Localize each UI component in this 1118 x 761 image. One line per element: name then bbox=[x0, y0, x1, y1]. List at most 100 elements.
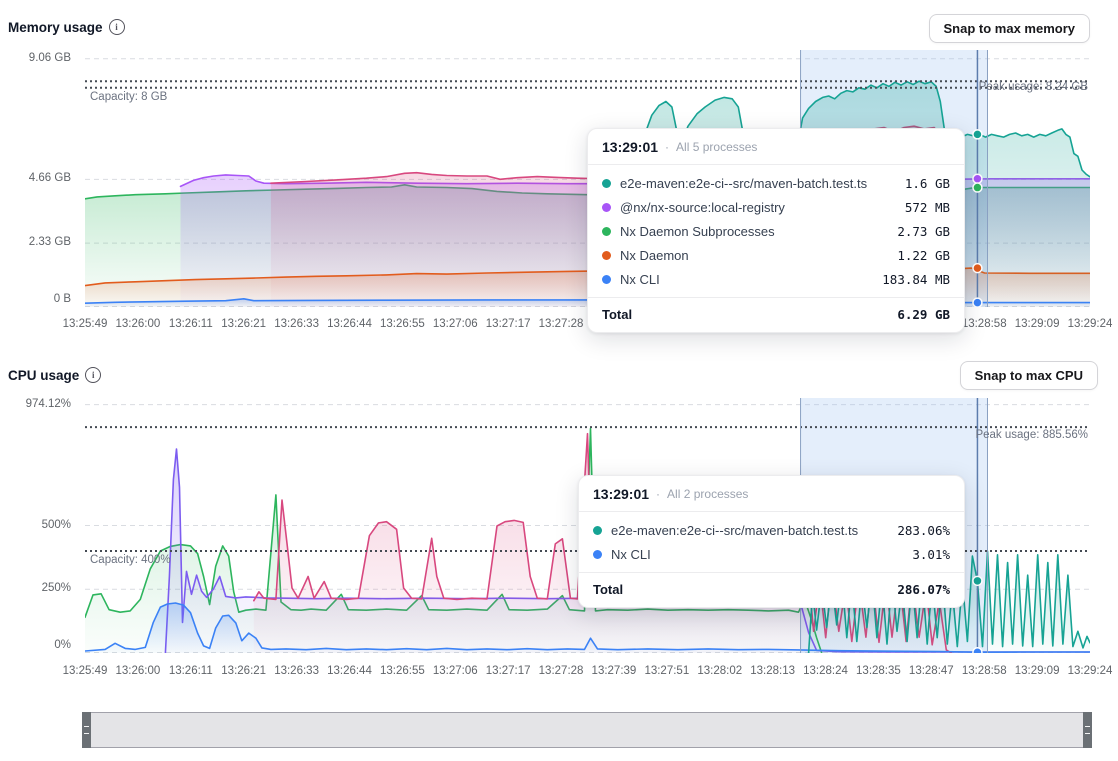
anchor-dot bbox=[973, 130, 982, 139]
x-axis-tick: 13:28:02 bbox=[697, 665, 742, 677]
tooltip-time: 13:29:01 bbox=[602, 139, 658, 155]
tooltip-rows: e2e-maven:e2e-ci--src/maven-batch.test.t… bbox=[579, 512, 964, 570]
x-axis-tick: 13:27:06 bbox=[433, 665, 478, 677]
memory-panel-title: Memory usage i bbox=[8, 19, 125, 35]
x-axis-tick: 13:26:55 bbox=[380, 318, 425, 330]
tooltip-row: Nx CLI 3.01% bbox=[593, 542, 950, 566]
profiler-page: Memory usage i Snap to max memory 9.06 G… bbox=[0, 0, 1118, 761]
tooltip-total-label: Total bbox=[602, 307, 881, 322]
info-icon[interactable]: i bbox=[85, 367, 101, 383]
process-value: 2.73 GB bbox=[897, 224, 950, 239]
tooltip-total-row: Total 6.29 GB bbox=[588, 297, 964, 332]
brush-handle-left[interactable] bbox=[82, 712, 91, 748]
x-axis-tick: 13:26:21 bbox=[221, 665, 266, 677]
process-name: Nx Daemon Subprocesses bbox=[620, 224, 881, 239]
x-axis-tick: 13:27:39 bbox=[592, 665, 637, 677]
series-color-dot bbox=[602, 251, 611, 260]
tooltip-subtitle: All 2 processes bbox=[667, 487, 748, 501]
brush-handle-right[interactable] bbox=[1083, 712, 1092, 748]
anchor-dot bbox=[973, 576, 982, 585]
memory-chart[interactable]: Capacity: 8 GB Peak usage: 8.24 GB 13:29… bbox=[85, 50, 1090, 307]
x-axis-tick: 13:29:24 bbox=[1068, 665, 1113, 677]
process-name: @nx/nx-source:local-registry bbox=[620, 200, 889, 215]
tooltip-row: e2e-maven:e2e-ci--src/maven-batch.test.t… bbox=[602, 171, 950, 195]
x-axis-tick: 13:27:17 bbox=[486, 318, 531, 330]
x-axis-tick: 13:28:47 bbox=[909, 665, 954, 677]
tooltip-subtitle: All 5 processes bbox=[676, 140, 757, 154]
x-axis-tick: 13:28:58 bbox=[962, 665, 1007, 677]
x-axis-tick: 13:26:33 bbox=[274, 318, 319, 330]
tooltip-row: e2e-maven:e2e-ci--src/maven-batch.test.t… bbox=[593, 518, 950, 542]
x-axis-tick: 13:27:17 bbox=[486, 665, 531, 677]
x-axis-tick: 13:26:44 bbox=[327, 318, 372, 330]
grip-icon bbox=[1085, 726, 1090, 734]
tooltip-rows: e2e-maven:e2e-ci--src/maven-batch.test.t… bbox=[588, 165, 964, 295]
memory-y-axis: 9.06 GB4.66 GB2.33 GB0 B bbox=[0, 50, 78, 307]
process-value: 183.84 MB bbox=[882, 272, 950, 287]
x-axis-tick: 13:28:58 bbox=[962, 318, 1007, 330]
tooltip-total-value: 6.29 GB bbox=[897, 307, 950, 322]
x-axis-tick: 13:27:28 bbox=[539, 318, 584, 330]
anchor-dot bbox=[973, 264, 982, 273]
anchor-dot bbox=[973, 298, 982, 307]
tooltip-total-label: Total bbox=[593, 582, 881, 597]
cpu-y-axis: 974.12% 500% 250% 0% bbox=[0, 398, 78, 653]
process-name: Nx CLI bbox=[620, 272, 866, 287]
series-color-dot bbox=[602, 203, 611, 212]
anchor-dot bbox=[973, 174, 982, 183]
series-color-dot bbox=[602, 179, 611, 188]
cpu-panel-title: CPU usage i bbox=[8, 367, 101, 383]
x-axis-tick: 13:28:24 bbox=[803, 665, 848, 677]
snap-to-max-memory-button[interactable]: Snap to max memory bbox=[929, 14, 1091, 43]
x-axis-tick: 13:25:49 bbox=[63, 665, 108, 677]
info-icon[interactable]: i bbox=[109, 19, 125, 35]
y-axis-tick: 4.66 GB bbox=[29, 172, 71, 184]
x-axis-tick: 13:28:35 bbox=[856, 665, 901, 677]
x-axis-tick: 13:26:11 bbox=[169, 665, 213, 677]
tooltip-row: @nx/nx-source:local-registry 572 MB bbox=[602, 195, 950, 219]
y-axis-tick: 250% bbox=[42, 582, 71, 594]
time-range-brush[interactable] bbox=[82, 712, 1092, 748]
tooltip-separator: · bbox=[665, 140, 669, 154]
series-color-dot bbox=[602, 275, 611, 284]
x-axis-tick: 13:29:09 bbox=[1015, 318, 1060, 330]
process-name: e2e-maven:e2e-ci--src/maven-batch.test.t… bbox=[620, 176, 889, 191]
process-value: 3.01% bbox=[912, 547, 950, 562]
tooltip-total-value: 286.07% bbox=[897, 582, 950, 597]
series-color-dot bbox=[593, 526, 602, 535]
y-axis-tick: 0 B bbox=[54, 293, 71, 305]
process-value: 1.6 GB bbox=[905, 176, 950, 191]
process-value: 572 MB bbox=[905, 200, 950, 215]
x-axis-tick: 13:25:49 bbox=[63, 318, 108, 330]
x-axis-tick: 13:27:51 bbox=[644, 665, 689, 677]
anchor-dot bbox=[973, 183, 982, 192]
y-axis-tick: 0% bbox=[54, 639, 71, 651]
process-value: 283.06% bbox=[897, 523, 950, 538]
y-axis-tick: 500% bbox=[42, 519, 71, 531]
grip-icon bbox=[84, 726, 89, 734]
x-axis-tick: 13:27:06 bbox=[433, 318, 478, 330]
tooltip-header: 13:29:01 · All 2 processes bbox=[579, 476, 964, 512]
cpu-x-axis: 13:25:4913:26:0013:26:1113:26:2113:26:33… bbox=[85, 665, 1090, 681]
x-axis-tick: 13:29:24 bbox=[1068, 318, 1113, 330]
cpu-usage-heading: CPU usage bbox=[8, 368, 79, 383]
tooltip-time: 13:29:01 bbox=[593, 486, 649, 502]
series-color-dot bbox=[602, 227, 611, 236]
x-axis-tick: 13:26:44 bbox=[327, 665, 372, 677]
tooltip-header: 13:29:01 · All 5 processes bbox=[588, 129, 964, 165]
x-axis-tick: 13:28:13 bbox=[750, 665, 795, 677]
cpu-chart[interactable]: Capacity: 400% Peak usage: 885.56% 13:29… bbox=[85, 398, 1090, 653]
y-axis-tick: 9.06 GB bbox=[29, 52, 71, 64]
memory-tooltip: 13:29:01 · All 5 processes e2e-maven:e2e… bbox=[587, 128, 965, 333]
series-color-dot bbox=[593, 550, 602, 559]
x-axis-tick: 13:29:09 bbox=[1015, 665, 1060, 677]
memory-usage-heading: Memory usage bbox=[8, 20, 103, 35]
snap-to-max-cpu-button[interactable]: Snap to max CPU bbox=[960, 361, 1098, 390]
y-axis-tick: 974.12% bbox=[26, 398, 71, 410]
process-name: Nx Daemon bbox=[620, 248, 881, 263]
x-axis-tick: 13:26:00 bbox=[116, 318, 161, 330]
x-axis-tick: 13:26:00 bbox=[116, 665, 161, 677]
tooltip-separator: · bbox=[656, 487, 660, 501]
process-name: Nx CLI bbox=[611, 547, 896, 562]
cpu-tooltip: 13:29:01 · All 2 processes e2e-maven:e2e… bbox=[578, 475, 965, 608]
